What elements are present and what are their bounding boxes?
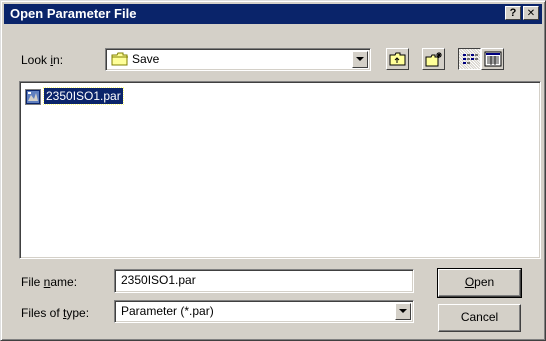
look-in-combo[interactable]: Save: [105, 48, 371, 71]
look-in-label: Look in:: [21, 53, 64, 67]
file-name-value: 2350ISO1.par: [121, 273, 196, 287]
look-in-value: Save: [132, 52, 160, 66]
files-of-type-dropdown-arrow[interactable]: [395, 303, 411, 320]
up-one-level-button[interactable]: [386, 48, 409, 70]
file-name-input[interactable]: 2350ISO1.par: [114, 269, 414, 293]
help-icon: ?: [509, 7, 517, 19]
close-button[interactable]: ✕: [523, 6, 539, 20]
help-button[interactable]: ?: [505, 6, 521, 20]
open-parameter-file-dialog: Open Parameter File ? ✕ Look in: Save 23…: [0, 0, 546, 341]
file-list[interactable]: [19, 81, 541, 259]
folder-icon: [111, 52, 129, 69]
details-view-button[interactable]: [481, 48, 504, 70]
files-of-type-value: Parameter (*.par): [121, 304, 214, 318]
window-title: Open Parameter File: [10, 6, 137, 21]
file-name-label: 2350ISO1.par: [43, 87, 124, 105]
cancel-button[interactable]: Cancel: [438, 304, 521, 332]
files-of-type-combo[interactable]: Parameter (*.par): [114, 300, 414, 323]
parameter-file-icon: [25, 89, 41, 105]
close-icon: ✕: [526, 8, 536, 19]
title-bar[interactable]: Open Parameter File ? ✕: [4, 4, 542, 24]
look-in-dropdown-arrow[interactable]: [352, 51, 368, 68]
files-of-type-label: Files of type:: [21, 306, 90, 320]
file-name-label: File name:: [21, 275, 78, 289]
list-view-button[interactable]: [458, 48, 481, 70]
open-button[interactable]: Open: [437, 268, 522, 298]
create-new-folder-button[interactable]: [422, 48, 445, 70]
